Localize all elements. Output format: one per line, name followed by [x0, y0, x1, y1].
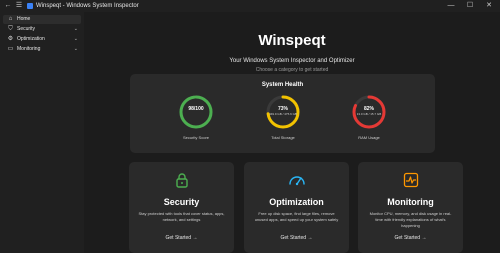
gauge-arc: [179, 95, 213, 129]
sidebar-item-home[interactable]: ⌂ Home: [3, 15, 81, 24]
security-score-gauge: 98/100 Security Score: [176, 94, 216, 146]
card-title: Security: [163, 197, 200, 207]
chevron-down-icon[interactable]: ⌄: [74, 26, 78, 33]
sidebar-item-label: Security: [17, 26, 36, 32]
hamburger-menu-icon[interactable]: ☰: [15, 2, 23, 10]
get-started-link[interactable]: Get Started →: [358, 235, 463, 242]
sidebar-item-label: Home: [17, 16, 31, 22]
maximize-button[interactable]: ☐: [463, 0, 477, 12]
get-started-link[interactable]: Get Started →: [129, 235, 234, 242]
gauge-label: RAM Usage: [358, 135, 380, 140]
main-content: Winspeqt Your Windows System Inspector a…: [84, 12, 500, 253]
sidebar-item-optimization[interactable]: ⚙ Optimization ⌄: [3, 35, 81, 44]
system-health-title: System Health: [261, 82, 304, 88]
gauge-label: Security Score: [182, 135, 209, 140]
optimization-card[interactable]: Optimization Free up disk space, find la…: [244, 162, 349, 253]
card-title: Monitoring: [387, 197, 434, 207]
home-icon: ⌂: [8, 16, 13, 22]
total-storage-gauge: 73% 349.9 GB / 475.6 GB Total Storage: [263, 94, 303, 146]
security-card[interactable]: Security Stay protected with tools that …: [129, 162, 234, 253]
gauge-ring: [179, 95, 213, 129]
card-title: Optimization: [269, 197, 324, 207]
chevron-down-icon[interactable]: ⌄: [74, 46, 78, 53]
system-health-panel: System Health 98/100 Security Score 73% …: [130, 74, 435, 153]
page-hint: Choose a category to get started: [255, 67, 329, 73]
sidebar-item-security[interactable]: ⛉ Security ⌄: [3, 25, 81, 34]
card-description: Monitor CPU, memory, and disk usage in r…: [369, 211, 452, 228]
pulse-icon: [358, 172, 463, 193]
ram-usage-gauge: 82% 13.0 GB / 15.7 GB RAM Usage: [349, 94, 389, 146]
sidebar-item-label: Monitoring: [17, 46, 41, 52]
close-button[interactable]: ✕: [482, 0, 496, 12]
gauge-value: 98/100: [188, 106, 204, 112]
sidebar-item-monitoring[interactable]: ▭ Monitoring ⌄: [3, 45, 81, 54]
speedometer-icon: [244, 172, 349, 193]
page-subtitle: Your Windows System Inspector and Optimi…: [229, 58, 355, 64]
back-arrow-icon[interactable]: ←: [4, 2, 12, 10]
shield-icon: ⛉: [8, 26, 13, 32]
card-description: Stay protected with tools that cover sta…: [138, 211, 225, 222]
monitor-icon: ▭: [7, 46, 14, 52]
app-icon: [27, 3, 33, 9]
sidebar-item-label: Optimization: [17, 36, 45, 42]
gauge-detail: 13.0 GB / 15.7 GB: [356, 112, 382, 116]
monitoring-card[interactable]: Monitoring Monitor CPU, memory, and disk…: [358, 162, 463, 253]
chevron-down-icon[interactable]: ⌄: [74, 36, 78, 43]
minimize-button[interactable]: —: [444, 0, 458, 12]
page-title: Winspeqt: [258, 32, 326, 49]
gear-icon: ⚙: [7, 36, 14, 42]
card-description: Free up disk space, find large files, re…: [254, 211, 339, 222]
title-bar: ← ☰ Winspeqt - Windows System Inspector …: [0, 0, 500, 12]
sidebar: ⌂ Home ⛉ Security ⌄ ⚙ Optimization ⌄ ▭ M…: [0, 12, 84, 253]
window-title: Winspeqt - Windows System Inspector: [36, 3, 139, 9]
get-started-link[interactable]: Get Started →: [244, 235, 349, 242]
gauge-detail: 349.9 GB / 475.6 GB: [269, 112, 297, 116]
lock-icon: [129, 172, 234, 193]
gauge-label: Total Storage: [271, 135, 295, 140]
